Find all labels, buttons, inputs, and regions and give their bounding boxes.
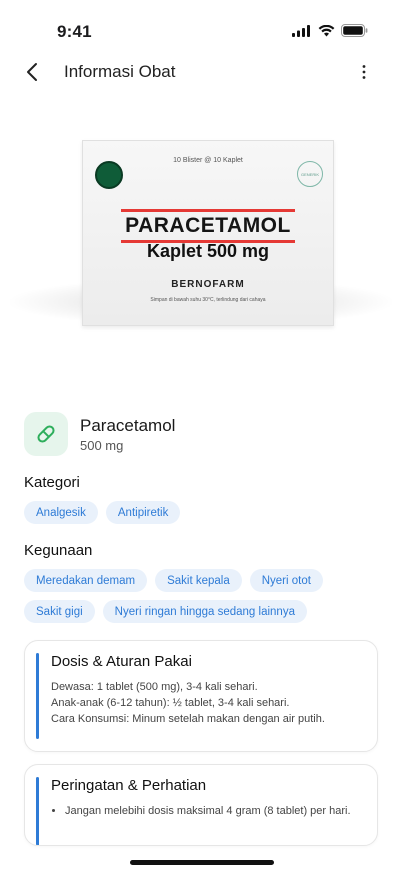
product-image: 10 Blister @ 10 Kaplet GENERIK PARACETAM… <box>0 100 402 370</box>
home-indicator[interactable] <box>130 860 274 865</box>
box-green-dot <box>95 161 123 189</box>
chevron-left-icon <box>27 63 37 81</box>
signal-icon <box>292 24 310 37</box>
chip-kategori[interactable]: Analgesik <box>24 501 98 524</box>
pill-icon <box>24 412 68 456</box>
kegunaan-chips: Meredakan demam Sakit kepala Nyeri otot … <box>24 569 384 623</box>
medicine-box: 10 Blister @ 10 Kaplet GENERIK PARACETAM… <box>82 140 334 326</box>
peringatan-item: Jangan melebihi dosis maksimal 4 gram (8… <box>65 803 361 819</box>
more-options-button[interactable] <box>352 58 376 86</box>
more-vertical-icon <box>362 65 366 79</box>
dosis-card: Dosis & Aturan Pakai Dewasa: 1 tablet (5… <box>24 640 378 752</box>
peringatan-card: Peringatan & Perhatian Jangan melebihi d… <box>24 764 378 846</box>
card-accent-bar <box>36 653 39 739</box>
box-top-text: 10 Blister @ 10 Kaplet <box>173 157 243 164</box>
chip-kegunaan[interactable]: Sakit kepala <box>155 569 242 592</box>
box-brand: BERNOFARM <box>171 279 245 290</box>
kategori-chips: Analgesik Antipiretik <box>24 501 384 524</box>
chip-kegunaan[interactable]: Nyeri otot <box>249 569 323 592</box>
peringatan-title: Peringatan & Perhatian <box>51 777 207 794</box>
page-title: Informasi Obat <box>64 62 176 81</box>
dosis-title: Dosis & Aturan Pakai <box>51 653 192 670</box>
drug-name: Paracetamol <box>80 416 176 435</box>
card-accent-bar <box>36 777 39 845</box>
wifi-icon <box>318 24 335 36</box>
kegunaan-label: Kegunaan <box>24 542 93 559</box>
status-bar: 9:41 <box>0 0 402 54</box>
dosis-line: Cara Konsumsi: Minum setelah makan denga… <box>51 713 325 725</box>
status-icons <box>292 24 368 37</box>
dosis-line: Dewasa: 1 tablet (500 mg), 3-4 kali seha… <box>51 681 258 693</box>
app-bar: Informasi Obat <box>0 54 402 90</box>
box-name-frame: PARACETAMOL <box>121 209 295 243</box>
box-product-name: PARACETAMOL <box>125 214 291 237</box>
chip-kategori[interactable]: Antipiretik <box>105 501 181 524</box>
drug-dose: 500 mg <box>80 438 124 453</box>
dosis-body: Dewasa: 1 tablet (500 mg), 3-4 kali seha… <box>51 679 361 727</box>
battery-icon <box>341 24 368 37</box>
chip-kegunaan[interactable]: Nyeri ringan hingga sedang lainnya <box>102 600 307 623</box>
box-product-sub: Kaplet 500 mg <box>146 241 270 261</box>
chip-kegunaan[interactable]: Sakit gigi <box>24 600 95 623</box>
drug-header: Paracetamol 500 mg <box>24 412 384 458</box>
peringatan-body: Jangan melebihi dosis maksimal 4 gram (8… <box>51 803 361 819</box>
box-storage-text: Simpan di bawah suhu 30°C, terlindung da… <box>150 297 266 303</box>
kategori-label: Kategori <box>24 474 80 491</box>
chip-kegunaan[interactable]: Meredakan demam <box>24 569 148 592</box>
generic-badge-icon: GENERIK <box>297 161 323 187</box>
status-time: 9:41 <box>57 22 92 41</box>
back-button[interactable] <box>20 58 44 86</box>
dosis-line: Anak-anak (6-12 tahun): ½ tablet, 3-4 ka… <box>51 697 290 709</box>
